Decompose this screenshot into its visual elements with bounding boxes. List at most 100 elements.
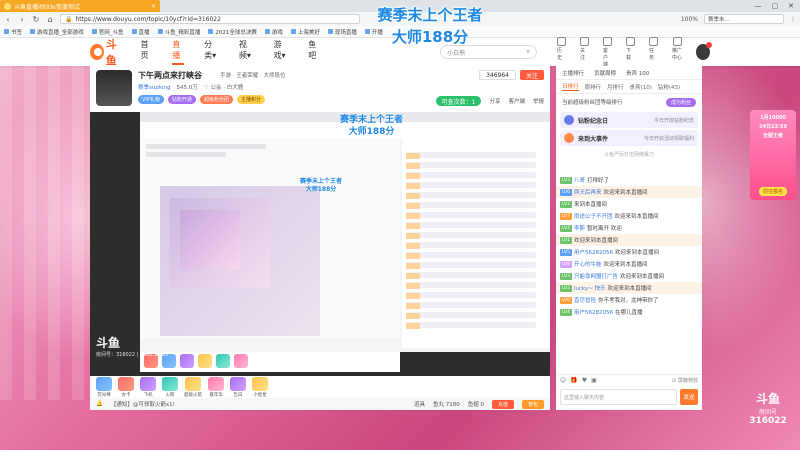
bookmark-item[interactable]: 现场直播 xyxy=(327,28,357,36)
tab-daily[interactable]: 日排行 xyxy=(562,82,579,91)
nav-live[interactable]: 直播 xyxy=(172,39,185,65)
share-button[interactable]: 分享 xyxy=(489,97,500,105)
gift-glowstick[interactable]: 荧光棒 xyxy=(96,376,112,398)
browser-search-input[interactable]: 赛季末... xyxy=(704,14,784,24)
tab-guest[interactable]: 贵宾(10) xyxy=(630,83,652,91)
notice-card-anniversary[interactable]: 钻粉纪念日 今日开启钻粉纪念 xyxy=(560,112,698,128)
bookmark-item[interactable]: 官网_斗鱼 xyxy=(91,28,124,36)
bookmark-item[interactable]: 游戏 xyxy=(264,28,283,36)
gift-card[interactable]: 办卡 xyxy=(118,376,134,398)
bookmark-item[interactable]: 直播 xyxy=(131,28,150,36)
chat-username[interactable]: 直尽冒险 xyxy=(574,296,596,304)
client-watch-button[interactable]: 客户端 xyxy=(508,97,525,105)
chat-username[interactable]: 李斯 xyxy=(574,224,585,232)
chat-username[interactable]: 只能靠网盟打广告 xyxy=(574,272,618,280)
nav-game[interactable]: 游戏▾ xyxy=(274,39,289,65)
chat-username[interactable]: 用户56282056 xyxy=(574,248,613,256)
gift-icon[interactable]: 🎁 xyxy=(570,377,577,384)
gift-super-rocket[interactable]: 超级火箭 xyxy=(184,376,202,398)
captured-gift xyxy=(234,354,248,368)
user-avatar[interactable] xyxy=(696,42,712,60)
emoji-icon[interactable]: ☺ xyxy=(560,377,566,384)
forward-icon[interactable]: › xyxy=(18,15,26,24)
zoom-level[interactable]: 100% xyxy=(681,16,698,23)
chat-input[interactable]: 这里输入聊天内容 xyxy=(560,389,677,405)
gift-carnival[interactable]: 嘉年华 xyxy=(208,376,224,398)
home-icon[interactable]: ⌂ xyxy=(46,15,54,24)
anchor-points-badge[interactable]: 主播积分 xyxy=(236,95,265,104)
props-button[interactable]: 道具 xyxy=(414,400,425,408)
bookmark-item[interactable]: 书签 xyxy=(4,28,22,36)
image-icon[interactable]: ▣ xyxy=(591,377,597,384)
query-count-badge[interactable]: 可查次数：1 xyxy=(435,96,482,106)
follow-list-button[interactable]: 关注 xyxy=(579,36,589,68)
nav-yuba[interactable]: 鱼吧 xyxy=(308,39,320,65)
tab-anchor-rank[interactable]: 主播排行 xyxy=(562,69,584,77)
nav-video[interactable]: 视频▾ xyxy=(239,39,254,65)
maximize-button[interactable]: ▢ xyxy=(772,2,779,10)
chat-username[interactable]: 两天后再来 xyxy=(574,188,602,196)
bookmark-item[interactable]: 游戏直播_全部游戏 xyxy=(30,28,84,36)
back-icon[interactable]: ‹ xyxy=(4,15,12,24)
event-icon xyxy=(564,133,574,143)
confess-icon xyxy=(230,376,246,391)
gift-star[interactable]: 小星星 xyxy=(252,376,268,398)
gift-plane[interactable]: 飞机 xyxy=(140,376,156,398)
room-category[interactable]: 手游 · 王者荣耀 · 大师段位 xyxy=(220,71,286,79)
download-button[interactable]: 下载 xyxy=(625,36,635,68)
chat-username[interactable]: 开心的牛蛙 xyxy=(574,260,602,268)
chat-username[interactable]: 雨途公子不开团 xyxy=(574,212,613,220)
extensions-icon[interactable]: ⋮ xyxy=(790,16,796,23)
bookmark-item[interactable]: 上海美好 xyxy=(290,28,320,36)
bookmark-icon xyxy=(157,29,163,34)
send-button[interactable]: 发送 xyxy=(680,389,698,405)
task-button[interactable]: 任务 xyxy=(648,36,658,68)
super-fan-badge[interactable]: 超级粉丝团 xyxy=(199,95,233,104)
notice-card-event[interactable]: 来到大事件 今日开启活动领取福利 xyxy=(560,130,698,146)
bag-button[interactable]: 背包 xyxy=(521,399,544,409)
tab-favicon-icon xyxy=(4,2,11,10)
tab-diamond[interactable]: 钻粉(43) xyxy=(658,83,680,91)
report-button[interactable]: 举报 xyxy=(533,97,544,105)
side-event-ad[interactable]: 1月10000 24日23:59 全服王者 前往报名 xyxy=(750,110,796,200)
minimize-button[interactable]: — xyxy=(755,2,762,10)
tab-monthly[interactable]: 月排行 xyxy=(607,83,624,91)
chat-username[interactable]: 用户56282056 xyxy=(574,308,613,316)
fan-badge-icon[interactable]: ♥ xyxy=(582,377,587,384)
refresh-icon[interactable]: ↻ xyxy=(32,15,40,24)
become-fan-button[interactable]: 成为粉丝 xyxy=(665,97,696,107)
video-player[interactable]: 赛季末上个王者 大师188分 赛季末上个王者 大师188分 斗鱼 房间号：316… xyxy=(90,112,550,376)
follow-button[interactable]: 关注 xyxy=(519,70,544,80)
chat-username[interactable]: lucky~ 快乐 xyxy=(574,284,606,292)
captured-chat-line xyxy=(406,182,536,189)
tab-vip[interactable]: 贵宾 100 xyxy=(626,69,649,77)
block-effects-toggle[interactable]: ☑ 屏蔽特效 xyxy=(672,377,698,384)
douyu-logo[interactable]: 斗鱼 xyxy=(90,38,125,67)
search-icon[interactable]: ⌕ xyxy=(527,48,530,56)
bookmark-icon xyxy=(4,29,9,34)
nav-home[interactable]: 首页 xyxy=(141,39,153,65)
diamond-fan-badge[interactable]: 钻粉开通 xyxy=(167,95,196,104)
notice-text[interactable]: 【通知】@可领取火箭x1! xyxy=(111,400,175,408)
history-button[interactable]: 历史 xyxy=(556,36,566,68)
anchor-avatar[interactable] xyxy=(96,70,132,106)
tab-close-icon[interactable]: × xyxy=(151,3,156,10)
tab-weekly[interactable]: 周排行 xyxy=(585,83,602,91)
gift-rocket[interactable]: 火箭 xyxy=(162,376,178,398)
promo-center-button[interactable]: 推广中心 xyxy=(672,36,682,68)
url-input[interactable]: 🔒 https://www.douyu.com/topic/10ycf?rid=… xyxy=(60,14,360,24)
bookmark-item[interactable]: 斗鱼_精彩直播 xyxy=(157,28,200,36)
anchor-name[interactable]: 赛季supking xyxy=(138,83,171,91)
browser-tab[interactable]: 斗鱼直播间title宽度测试 × xyxy=(0,0,160,12)
vip-gift-badge[interactable]: VIP礼物 xyxy=(138,95,164,104)
recharge-button[interactable]: 充值 xyxy=(491,399,514,409)
chat-username[interactable]: 八哥 xyxy=(574,176,585,184)
bookmark-item[interactable]: 2021全球总决赛 xyxy=(208,28,257,36)
close-window-button[interactable]: ✕ xyxy=(788,2,794,10)
client-button[interactable]: 客户端 xyxy=(602,36,612,68)
ad-register-button[interactable]: 前往报名 xyxy=(758,187,787,196)
nav-category[interactable]: 分类▾ xyxy=(204,39,219,65)
tab-contribution[interactable]: 贡献周榜 xyxy=(594,69,616,77)
gift-confess[interactable]: 告白 xyxy=(230,376,246,398)
fan-count: 346964 xyxy=(479,70,516,80)
